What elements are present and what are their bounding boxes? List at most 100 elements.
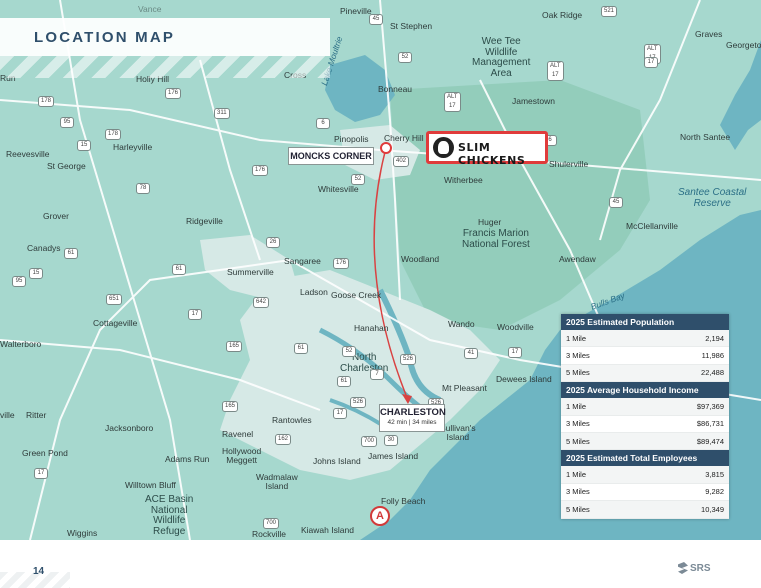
place-woodville: Woodville — [497, 322, 534, 332]
stats-row-value: $86,731 — [696, 419, 724, 429]
route-shield: 30 — [384, 435, 398, 446]
place-wee-tee: Wee Tee Wildlife Management Area — [472, 36, 531, 79]
place-cottageville: Cottageville — [93, 318, 138, 328]
route-shield: 651 — [106, 294, 123, 305]
place-jamestown: Jamestown — [512, 96, 555, 106]
destination-callout: CHARLESTON 42 min | 34 miles — [379, 404, 446, 432]
route-shield: 17 — [333, 408, 347, 419]
place-willtown-bluff: Willtown Bluff — [125, 480, 176, 490]
stats-row-label: 5 Miles — [566, 436, 590, 446]
route-shield: 95 — [60, 117, 74, 128]
route-shield: 178 — [105, 129, 122, 140]
route-shield: 165 — [226, 341, 243, 352]
place-pinopolis: Pinopolis — [334, 134, 369, 144]
place-cherry-hill: Cherry Hill — [384, 133, 424, 143]
stats-row-label: 1 Mile — [566, 333, 587, 343]
place-francis-marion: Francis Marion National Forest — [462, 228, 530, 250]
header-stripes — [0, 56, 330, 78]
brand-name: SLIM CHICKENS — [458, 141, 526, 167]
place-witherbee: Witherbee — [444, 175, 483, 185]
place-sangaree: Sangaree — [284, 256, 321, 266]
route-shield: 41 — [464, 348, 478, 359]
route-shield: 311 — [214, 108, 230, 119]
location-map[interactable]: Pineville St Stephen Oak Ridge Vance Wee… — [0, 0, 761, 540]
place-green-pond: Green Pond — [22, 448, 68, 458]
place-harleyville: Harleyville — [113, 142, 153, 152]
stats-row-value: $97,369 — [696, 401, 724, 411]
stats-row-label: 3 Miles — [566, 351, 590, 361]
stats-row-value: 22,488 — [701, 368, 724, 378]
route-shield: 61 — [172, 264, 186, 275]
route-shield: 78 — [136, 183, 150, 194]
place-hanahan: Hanahan — [354, 323, 389, 333]
stats-row: 1 Mile 3,815 — [561, 466, 729, 484]
route-shield: 176 — [165, 88, 182, 99]
stats-row: 5 Miles 10,349 — [561, 501, 729, 519]
route-shield: 61 — [337, 376, 351, 387]
route-shield: 700 — [263, 518, 280, 529]
route-shield: 642 — [253, 297, 270, 308]
place-ritter: Ritter — [26, 410, 47, 420]
place-oak-ridge: Oak Ridge — [542, 10, 583, 20]
stats-row: 3 Miles 11,986 — [561, 347, 729, 365]
place-adams-run: Adams Run — [165, 454, 210, 464]
place-woodland: Woodland — [401, 254, 440, 264]
route-shield: 176 — [333, 258, 350, 269]
place-whitesville: Whitesville — [318, 184, 359, 194]
place-summerville: Summerville — [227, 267, 274, 277]
stats-section-title: 2025 Estimated Population — [561, 314, 729, 330]
stats-row-value: 10,349 — [701, 504, 724, 514]
place-pineville: Pineville — [340, 6, 372, 16]
route-shield: 176 — [252, 165, 269, 176]
place-shulerville: Shulerville — [549, 159, 589, 169]
stats-row-label: 1 Mile — [566, 470, 587, 480]
route-shield: 15 — [77, 140, 91, 151]
destination-detail: 42 min | 34 miles — [387, 419, 437, 426]
route-shield: 15 — [29, 268, 43, 279]
place-sullivans-island: Sullivan's Island — [440, 423, 476, 442]
place-rantowles: Rantowles — [272, 415, 312, 425]
brand-callout[interactable]: SLIM CHICKENS — [426, 131, 548, 167]
route-shield: 45 — [369, 14, 383, 25]
route-shield: 45 — [609, 197, 623, 208]
stats-section-title: 2025 Average Household Income — [561, 382, 729, 399]
place-kiawah-island: Kiawah Island — [301, 525, 354, 535]
route-shield: 700 — [361, 436, 378, 447]
place-santee-coastal: Santee Coastal Reserve — [678, 187, 747, 209]
place-awendaw: Awendaw — [559, 254, 596, 264]
place-wadmalaw-island: Wadmalaw Island — [256, 472, 298, 491]
stats-row-label: 3 Miles — [566, 419, 590, 429]
route-shield: 17 — [34, 468, 48, 479]
place-ladson: Ladson — [300, 287, 328, 297]
place-hollywood-meggett: Hollywood Meggett — [222, 446, 262, 465]
place-mt-pleasant: Mt Pleasant — [442, 383, 487, 393]
stats-section-title: 2025 Estimated Total Employees — [561, 450, 729, 467]
place-st-george: St George — [47, 161, 86, 171]
stats-row: 1 Mile $97,369 — [561, 398, 729, 416]
site-location-dot[interactable] — [380, 142, 392, 154]
page-number: 14 — [33, 566, 45, 577]
stats-row-label: 5 Miles — [566, 504, 590, 514]
stats-section-rows: 1 Mile 2,194 3 Miles 11,986 5 Miles 22,488 — [561, 330, 729, 383]
route-shield: 17 — [644, 57, 658, 68]
route-shield: 521 — [601, 6, 618, 17]
route-shield: 17 — [188, 309, 202, 320]
nearby-city-label: MONCKS CORNER — [288, 147, 374, 165]
demographics-panel: 2025 Estimated Population 1 Mile 2,194 3 … — [561, 314, 729, 519]
route-shield: 52 — [342, 346, 356, 357]
place-wando: Wando — [448, 319, 475, 329]
route-shield: 61 — [64, 248, 78, 259]
route-shield: 6 — [316, 118, 330, 129]
chicken-logo-icon — [433, 137, 454, 158]
stats-row-value: 11,986 — [701, 351, 724, 361]
map-marker-a[interactable]: A — [370, 506, 390, 526]
stats-row: 3 Miles 9,282 — [561, 484, 729, 502]
stats-row: 3 Miles $86,731 — [561, 416, 729, 433]
stats-row: 1 Mile 2,194 — [561, 330, 729, 348]
place-vance: Vance — [138, 4, 162, 14]
place-rockville: Rockville — [252, 529, 287, 539]
place-walterboro: Walterboro — [0, 339, 42, 349]
stats-row-value: 3,815 — [705, 470, 724, 480]
srs-logo-icon — [678, 562, 688, 574]
place-graves: Graves — [695, 29, 723, 39]
